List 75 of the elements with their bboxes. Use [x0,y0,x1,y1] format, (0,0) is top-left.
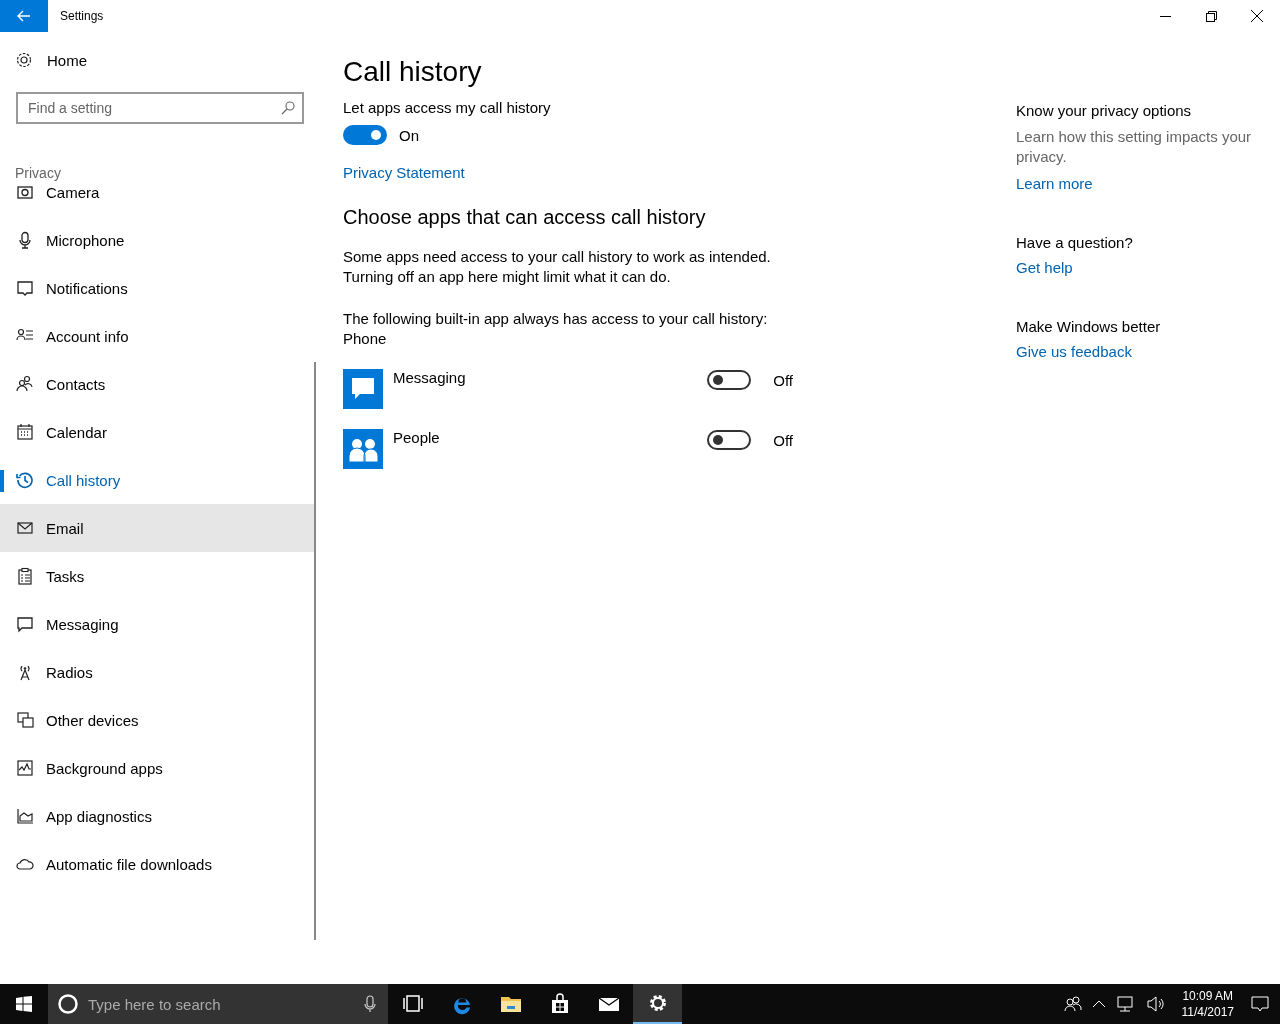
people-app-icon [343,429,383,469]
nav-icon [16,519,34,537]
description-text: Some apps need access to your call history to work as intended. Turning off an app here might limit what it can do. [343,247,772,287]
sidebar-item[interactable]: Messaging [0,600,314,648]
scrollbar[interactable] [314,362,316,940]
sidebar-item[interactable]: Call history [0,456,314,504]
help-heading: Make Windows better [1016,318,1161,335]
privacy-link[interactable]: Privacy Statement [343,164,465,181]
section-label: Privacy [15,164,61,182]
search-field[interactable]: Find a setting [16,92,304,124]
sidebar-item[interactable]: Camera [0,182,314,216]
help-link[interactable]: Learn more [1016,175,1093,192]
chevron-up-icon [1091,999,1106,1009]
sidebar-item[interactable]: Radios [0,648,314,696]
setting-label: Let apps access my call history [343,99,551,116]
sidebar-item[interactable]: Notifications [0,264,314,312]
close-icon [1251,10,1263,22]
sidebar-item[interactable]: App diagnostics [0,792,314,840]
help-link[interactable]: Give us feedback [1016,343,1132,360]
back-button[interactable] [0,0,48,32]
nav-icon [16,423,34,441]
network-icon [1115,995,1136,1013]
people-icon [1063,995,1082,1013]
help-heading: Have a question? [1016,234,1133,251]
help-heading: Know your privacy options [1016,102,1192,119]
circle-icon [57,993,79,1015]
sidebar-item[interactable]: Other devices [0,696,314,744]
nav-icon [16,279,34,297]
section-heading: Choose apps that can access call history [343,206,706,229]
nav-icon [16,567,34,585]
microphone-icon [364,995,376,1013]
clock-date: 11/4/2017 [1181,1004,1234,1020]
toggle-switch[interactable] [343,125,387,145]
taskbar-app-button[interactable] [633,984,682,1024]
notification-icon [1250,995,1270,1013]
nav-icon [16,183,34,201]
help-link[interactable]: Get help [1016,259,1073,276]
nav-icon [16,711,34,729]
page-title: Call history [343,55,482,89]
clock-time: 10:09 AM [1182,988,1234,1004]
toggle-state: On [399,126,419,144]
speaker-icon [1145,995,1166,1013]
help-text: Learn how this setting impacts your privacy. [1016,127,1253,167]
sidebar-item[interactable]: Microphone [0,216,314,264]
app-name: Messaging [393,369,467,386]
nav-icon [16,615,34,633]
sidebar-item[interactable]: Account info [0,312,314,360]
app-name: People [393,429,441,446]
taskbar-search-field[interactable]: Type here to search [48,984,388,1024]
nav-icon [16,375,34,393]
nav-icon [16,231,34,249]
sidebar-item[interactable]: Email [0,504,314,552]
search-icon [281,101,295,115]
restore-icon [1205,10,1217,22]
selection-indicator [0,470,4,492]
windows-logo-icon [16,996,32,1012]
sidebar-item[interactable]: Contacts [0,360,314,408]
nav-icon [16,759,34,777]
window-title: Settings [60,9,105,23]
sidebar-item[interactable]: Automatic file downloads [0,840,314,888]
sidebar-item[interactable]: Calendar [0,408,314,456]
builtin-app-name: Phone [343,329,387,349]
home-link[interactable]: Home [0,40,87,80]
toggle-switch[interactable] [707,430,752,450]
chat-app-icon [343,369,383,409]
sidebar-item[interactable]: Tasks [0,552,314,600]
back-arrow-icon [17,10,31,22]
gear-icon [15,51,33,69]
toggle-state: Off [773,371,793,389]
nav-icon [16,807,34,825]
toggle-switch[interactable] [707,370,752,390]
sidebar-item[interactable]: Background apps [0,744,314,792]
nav-icon [16,471,34,489]
builtin-note: The following built-in app always has access to your call history: [343,309,768,329]
toggle-state: Off [773,431,793,449]
